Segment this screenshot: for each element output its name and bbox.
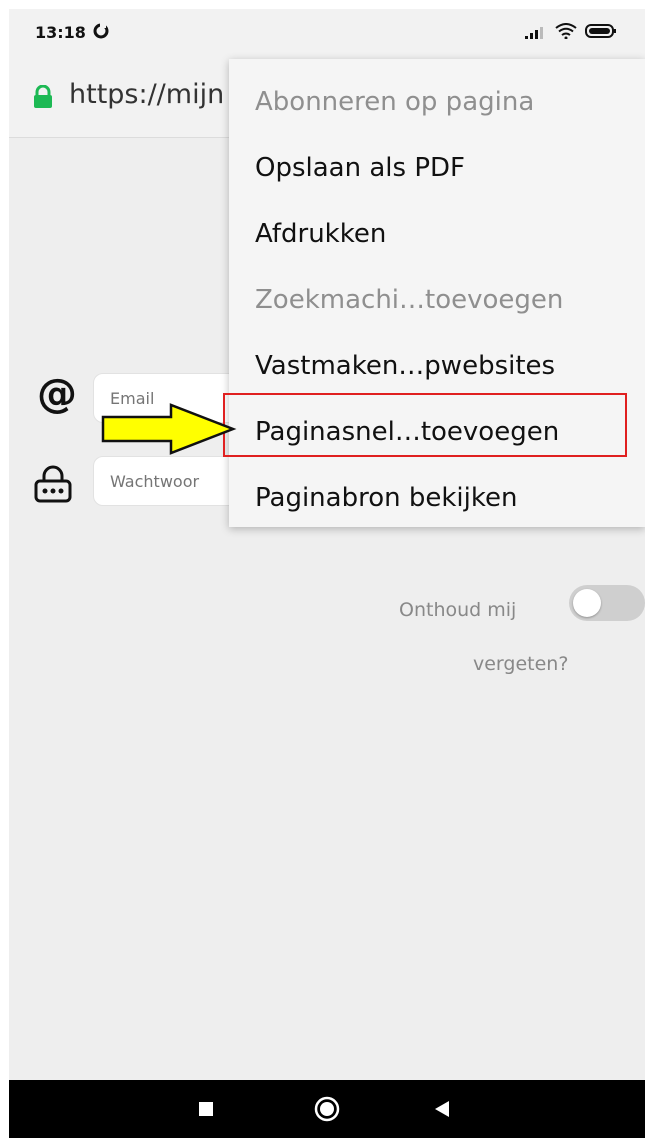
nav-recent-icon[interactable]: [197, 1080, 215, 1138]
password-lock-icon: [33, 464, 73, 508]
menu-item-save-pdf[interactable]: Opslaan als PDF: [229, 135, 645, 201]
url-text[interactable]: https://mijn: [69, 79, 224, 110]
nav-back-icon[interactable]: [433, 1080, 451, 1138]
lock-icon: [33, 84, 53, 113]
firefox-icon: [93, 23, 109, 43]
forgot-password-link[interactable]: vergeten?: [473, 653, 568, 675]
menu-item-pin-top-sites[interactable]: Vastmaken…pwebsites: [229, 333, 645, 399]
wifi-icon: [555, 23, 577, 43]
remember-me-toggle[interactable]: [569, 585, 645, 621]
highlight-box: [223, 393, 627, 457]
toggle-knob: [573, 589, 601, 617]
remember-me-label: Onthoud mij: [399, 599, 517, 621]
navigation-bar: [9, 1080, 645, 1138]
at-icon: @: [37, 371, 77, 417]
menu-item-add-search-engine[interactable]: Zoekmachi…toevoegen: [229, 267, 645, 333]
menu-item-subscribe[interactable]: Abonneren op pagina: [229, 69, 645, 135]
signal-icon: [525, 24, 547, 43]
status-bar: 13:18: [9, 9, 645, 59]
menu-item-print[interactable]: Afdrukken: [229, 201, 645, 267]
phone-screen: 13:18 https://mijn @ Ontho: [9, 9, 645, 1138]
menu-item-view-source[interactable]: Paginabron bekijken: [229, 465, 645, 531]
battery-icon: [585, 23, 617, 43]
status-time: 13:18: [35, 23, 86, 42]
nav-home-icon[interactable]: [313, 1080, 341, 1138]
status-icons: [525, 23, 617, 43]
arrow-pointer: [101, 403, 237, 455]
